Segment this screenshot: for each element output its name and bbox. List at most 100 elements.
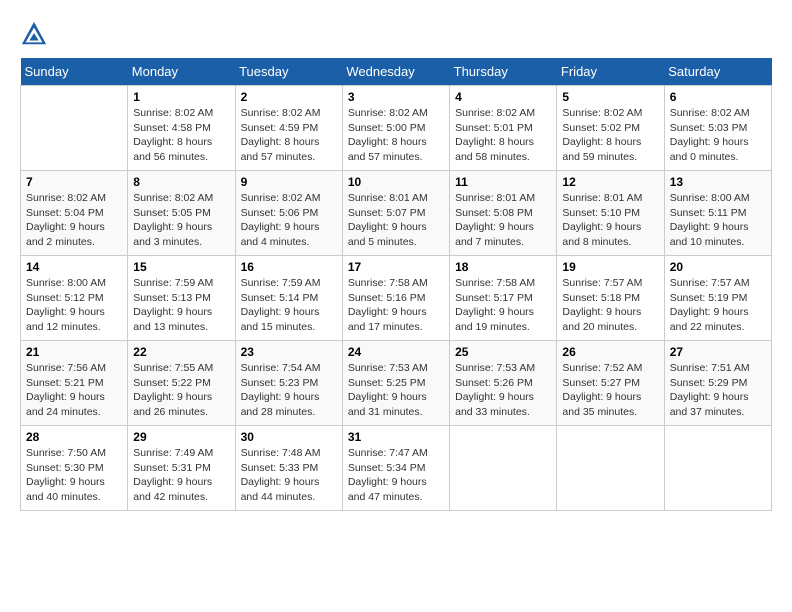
cell-info: Sunrise: 7:59 AMSunset: 5:13 PMDaylight:… (133, 276, 229, 335)
day-number: 14 (26, 260, 122, 274)
calendar-cell: 9 Sunrise: 8:02 AMSunset: 5:06 PMDaylight… (235, 171, 342, 256)
cell-info: Sunrise: 8:00 AMSunset: 5:11 PMDaylight:… (670, 191, 766, 250)
calendar-cell: 13 Sunrise: 8:00 AMSunset: 5:11 PMDayligh… (664, 171, 771, 256)
calendar-header-row: SundayMondayTuesdayWednesdayThursdayFrid… (21, 58, 772, 86)
calendar-cell: 3Sunrise: 8:02 AMSunset: 5:00 PMDaylight… (342, 86, 449, 171)
day-number: 29 (133, 430, 229, 444)
day-number: 18 (455, 260, 551, 274)
cell-info: Sunrise: 7:48 AMSunset: 5:33 PMDaylight:… (241, 446, 337, 505)
day-number: 10 (348, 175, 444, 189)
cell-info: Sunrise: 8:01 AMSunset: 5:08 PMDaylight:… (455, 191, 551, 250)
calendar-cell: 22Sunrise: 7:55 AMSunset: 5:22 PMDayligh… (128, 341, 235, 426)
calendar-cell: 14 Sunrise: 8:00 AMSunset: 5:12 PMDayligh… (21, 256, 128, 341)
calendar-week-row: 7Sunrise: 8:02 AMSunset: 5:04 PMDaylight… (21, 171, 772, 256)
day-number: 8 (133, 175, 229, 189)
cell-info: Sunrise: 8:00 AMSunset: 5:12 PMDaylight:… (26, 276, 122, 335)
cell-info: Sunrise: 8:02 AMSunset: 5:06 PMDaylight:… (241, 191, 337, 250)
cell-info: Sunrise: 7:52 AMSunset: 5:27 PMDaylight:… (562, 361, 658, 420)
calendar-cell: 28Sunrise: 7:50 AMSunset: 5:30 PMDayligh… (21, 426, 128, 511)
cell-info: Sunrise: 7:58 AMSunset: 5:16 PMDaylight:… (348, 276, 444, 335)
calendar-cell: 12Sunrise: 8:01 AMSunset: 5:10 PMDayligh… (557, 171, 664, 256)
day-of-week-header: Saturday (664, 58, 771, 86)
day-of-week-header: Wednesday (342, 58, 449, 86)
calendar-week-row: 1 Sunrise: 8:02 AMSunset: 4:58 PMDaylight… (21, 86, 772, 171)
day-number: 11 (455, 175, 551, 189)
day-of-week-header: Thursday (450, 58, 557, 86)
cell-info: Sunrise: 7:53 AMSunset: 5:25 PMDaylight:… (348, 361, 444, 420)
calendar-cell: 23 Sunrise: 7:54 AMSunset: 5:23 PMDayligh… (235, 341, 342, 426)
day-number: 22 (133, 345, 229, 359)
calendar-cell: 29 Sunrise: 7:49 AMSunset: 5:31 PMDayligh… (128, 426, 235, 511)
day-of-week-header: Monday (128, 58, 235, 86)
calendar-cell (664, 426, 771, 511)
cell-info: Sunrise: 8:02 AMSunset: 4:58 PMDaylight:… (133, 106, 229, 165)
calendar-cell: 8 Sunrise: 8:02 AMSunset: 5:05 PMDaylight… (128, 171, 235, 256)
day-number: 6 (670, 90, 766, 104)
cell-info: Sunrise: 7:47 AMSunset: 5:34 PMDaylight:… (348, 446, 444, 505)
calendar-cell: 21Sunrise: 7:56 AMSunset: 5:21 PMDayligh… (21, 341, 128, 426)
day-of-week-header: Tuesday (235, 58, 342, 86)
calendar-cell: 19 Sunrise: 7:57 AMSunset: 5:18 PMDayligh… (557, 256, 664, 341)
cell-info: Sunrise: 7:50 AMSunset: 5:30 PMDaylight:… (26, 446, 122, 505)
calendar-cell: 25 Sunrise: 7:53 AMSunset: 5:26 PMDayligh… (450, 341, 557, 426)
cell-info: Sunrise: 8:02 AMSunset: 5:01 PMDaylight:… (455, 106, 551, 165)
day-number: 27 (670, 345, 766, 359)
day-number: 2 (241, 90, 337, 104)
cell-info: Sunrise: 8:02 AMSunset: 5:05 PMDaylight:… (133, 191, 229, 250)
calendar-cell: 24 Sunrise: 7:53 AMSunset: 5:25 PMDayligh… (342, 341, 449, 426)
day-number: 30 (241, 430, 337, 444)
day-number: 15 (133, 260, 229, 274)
cell-info: Sunrise: 7:58 AMSunset: 5:17 PMDaylight:… (455, 276, 551, 335)
day-number: 23 (241, 345, 337, 359)
calendar-cell: 6 Sunrise: 8:02 AMSunset: 5:03 PMDaylight… (664, 86, 771, 171)
cell-info: Sunrise: 7:57 AMSunset: 5:18 PMDaylight:… (562, 276, 658, 335)
day-number: 26 (562, 345, 658, 359)
cell-info: Sunrise: 7:56 AMSunset: 5:21 PMDaylight:… (26, 361, 122, 420)
day-number: 1 (133, 90, 229, 104)
page-header (20, 20, 772, 48)
day-number: 9 (241, 175, 337, 189)
day-number: 7 (26, 175, 122, 189)
day-number: 4 (455, 90, 551, 104)
cell-info: Sunrise: 8:01 AMSunset: 5:07 PMDaylight:… (348, 191, 444, 250)
calendar-cell: 26 Sunrise: 7:52 AMSunset: 5:27 PMDayligh… (557, 341, 664, 426)
day-number: 16 (241, 260, 337, 274)
cell-info: Sunrise: 7:57 AMSunset: 5:19 PMDaylight:… (670, 276, 766, 335)
day-number: 24 (348, 345, 444, 359)
calendar-cell: 11 Sunrise: 8:01 AMSunset: 5:08 PMDayligh… (450, 171, 557, 256)
calendar-cell: 30 Sunrise: 7:48 AMSunset: 5:33 PMDayligh… (235, 426, 342, 511)
calendar-week-row: 28Sunrise: 7:50 AMSunset: 5:30 PMDayligh… (21, 426, 772, 511)
logo (20, 20, 52, 48)
calendar-cell (21, 86, 128, 171)
calendar-cell (450, 426, 557, 511)
cell-info: Sunrise: 8:02 AMSunset: 5:03 PMDaylight:… (670, 106, 766, 165)
calendar-cell: 16Sunrise: 7:59 AMSunset: 5:14 PMDayligh… (235, 256, 342, 341)
logo-icon (20, 20, 48, 48)
day-of-week-header: Sunday (21, 58, 128, 86)
cell-info: Sunrise: 8:02 AMSunset: 4:59 PMDaylight:… (241, 106, 337, 165)
day-number: 31 (348, 430, 444, 444)
calendar-cell: 5 Sunrise: 8:02 AMSunset: 5:02 PMDaylight… (557, 86, 664, 171)
day-number: 25 (455, 345, 551, 359)
cell-info: Sunrise: 8:02 AMSunset: 5:02 PMDaylight:… (562, 106, 658, 165)
day-number: 17 (348, 260, 444, 274)
calendar-cell: 2 Sunrise: 8:02 AMSunset: 4:59 PMDaylight… (235, 86, 342, 171)
day-number: 13 (670, 175, 766, 189)
calendar-cell (557, 426, 664, 511)
cell-info: Sunrise: 7:51 AMSunset: 5:29 PMDaylight:… (670, 361, 766, 420)
calendar-cell: 10 Sunrise: 8:01 AMSunset: 5:07 PMDayligh… (342, 171, 449, 256)
calendar-body: 1 Sunrise: 8:02 AMSunset: 4:58 PMDaylight… (21, 86, 772, 511)
cell-info: Sunrise: 7:54 AMSunset: 5:23 PMDaylight:… (241, 361, 337, 420)
cell-info: Sunrise: 7:49 AMSunset: 5:31 PMDaylight:… (133, 446, 229, 505)
day-number: 5 (562, 90, 658, 104)
cell-info: Sunrise: 8:01 AMSunset: 5:10 PMDaylight:… (562, 191, 658, 250)
calendar-cell: 15 Sunrise: 7:59 AMSunset: 5:13 PMDayligh… (128, 256, 235, 341)
calendar-cell: 4 Sunrise: 8:02 AMSunset: 5:01 PMDaylight… (450, 86, 557, 171)
day-of-week-header: Friday (557, 58, 664, 86)
calendar-cell: 7Sunrise: 8:02 AMSunset: 5:04 PMDaylight… (21, 171, 128, 256)
cell-info: Sunrise: 7:53 AMSunset: 5:26 PMDaylight:… (455, 361, 551, 420)
day-number: 19 (562, 260, 658, 274)
calendar-cell: 17 Sunrise: 7:58 AMSunset: 5:16 PMDayligh… (342, 256, 449, 341)
day-number: 3 (348, 90, 444, 104)
day-number: 20 (670, 260, 766, 274)
